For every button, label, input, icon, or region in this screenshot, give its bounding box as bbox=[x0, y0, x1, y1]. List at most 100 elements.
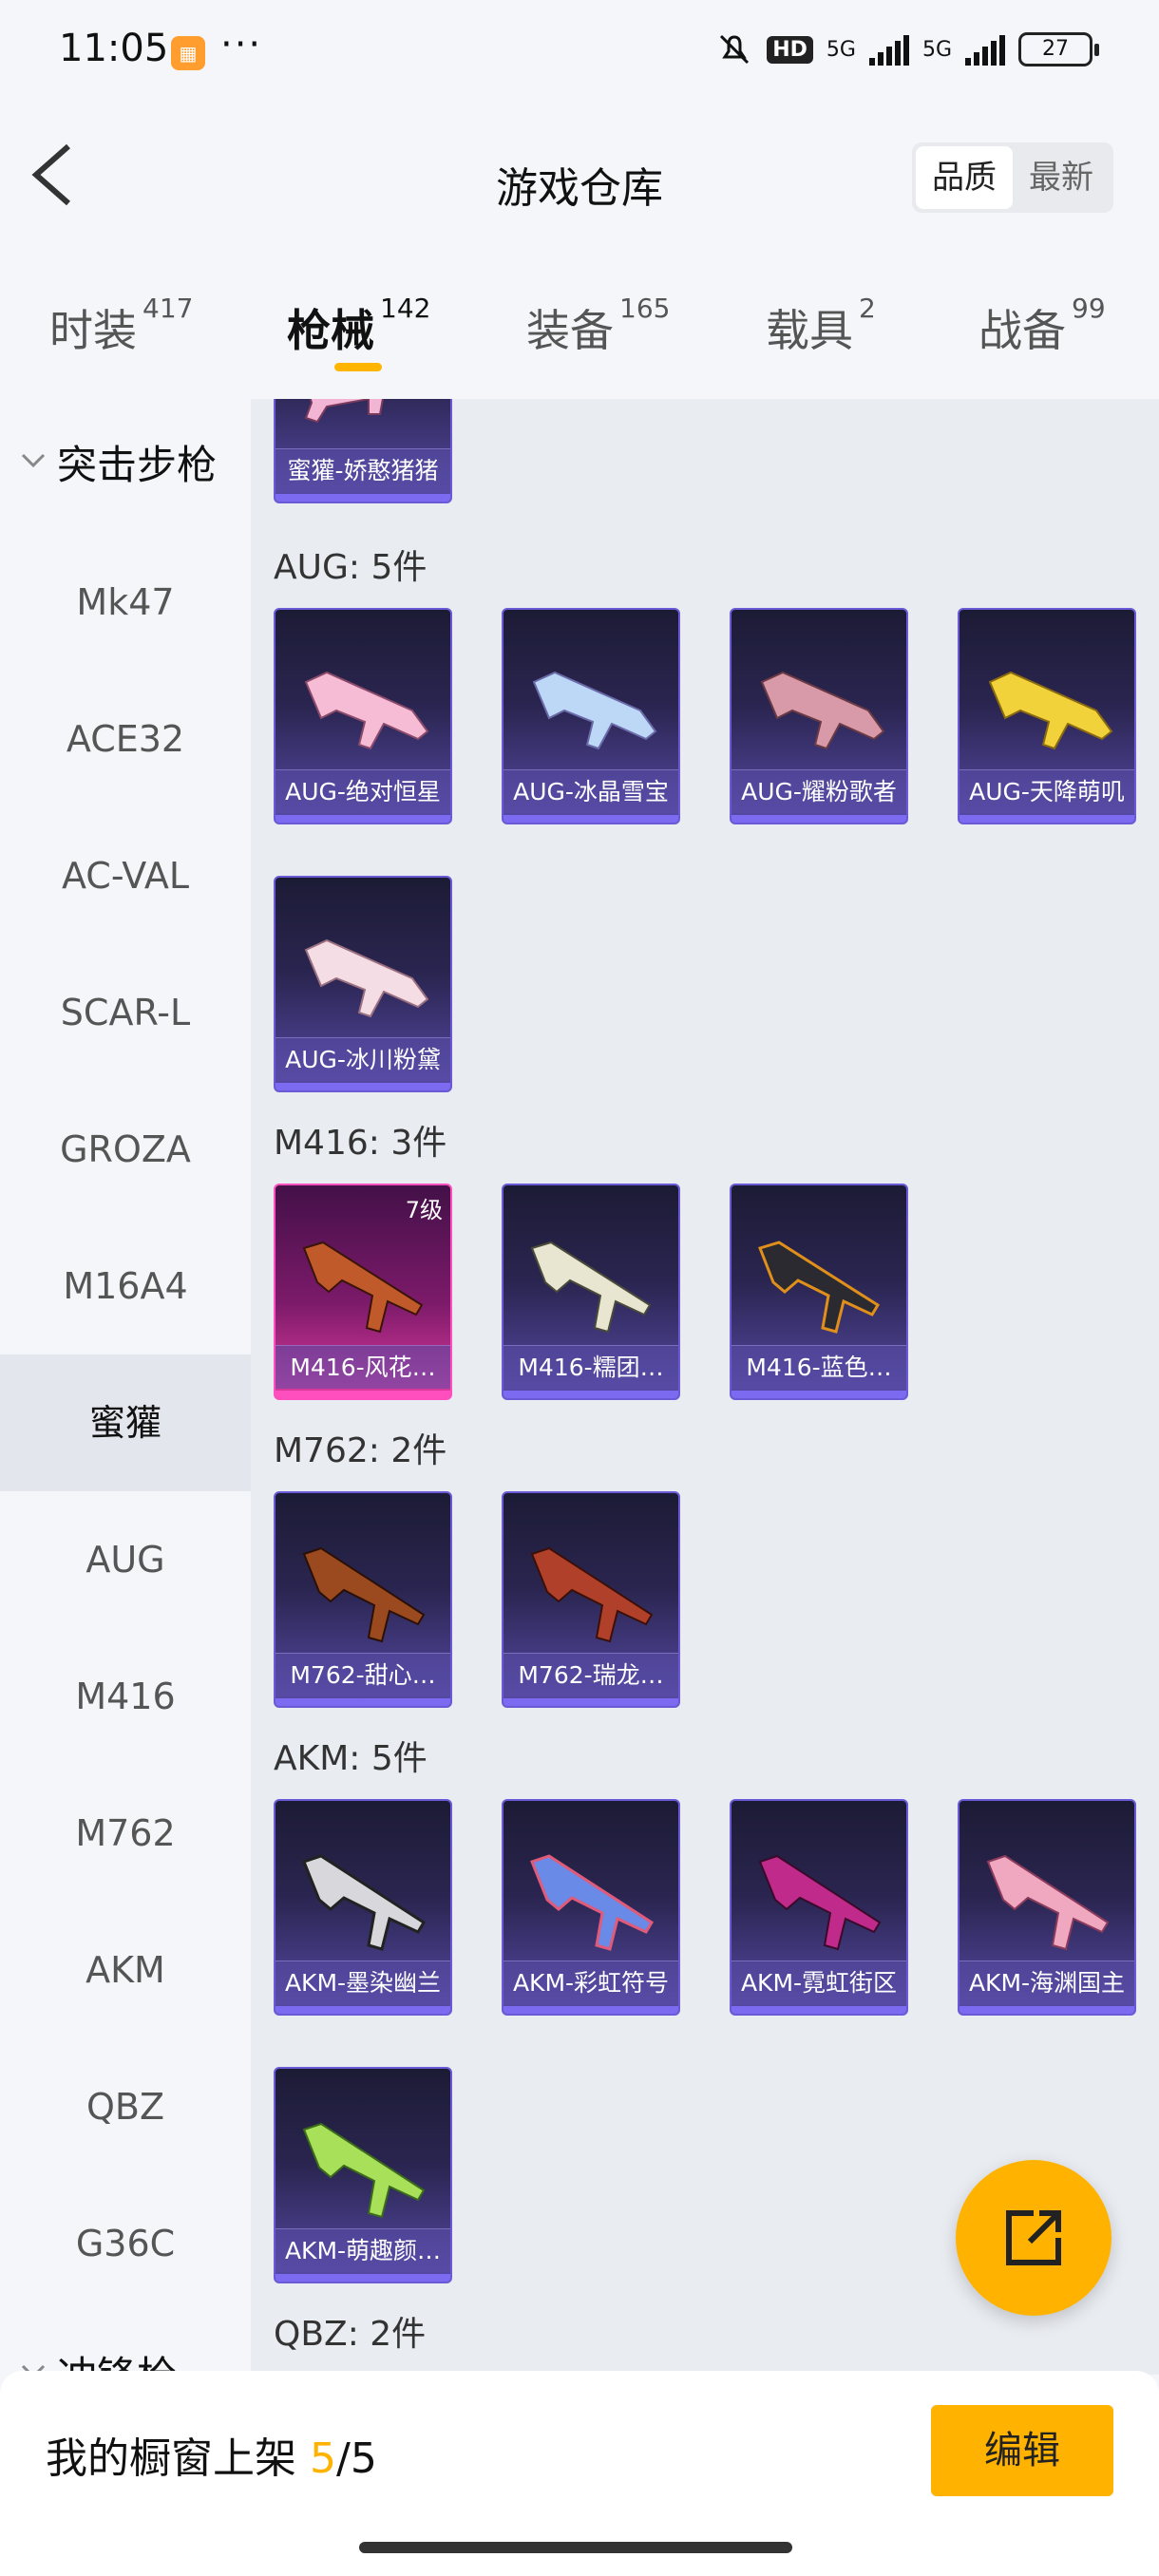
tab-count: 165 bbox=[619, 293, 671, 324]
section-title-m762: M762: 2件 bbox=[274, 1431, 447, 1470]
sidebar-item[interactable]: AC-VAL bbox=[0, 807, 251, 944]
weapon-name: AUG-耀粉歌者 bbox=[732, 769, 906, 813]
weapon-card[interactable]: 7级 M416-风花… bbox=[274, 1184, 452, 1400]
section-title-aug: AUG: 5件 bbox=[274, 548, 428, 587]
tab-guns[interactable]: 枪械 142 bbox=[287, 293, 431, 359]
more-notifications-icon: ··· bbox=[220, 23, 263, 66]
sidebar-group-smg[interactable]: 冲锋枪 bbox=[0, 2308, 251, 2375]
weapon-name: M762-瑞龙… bbox=[504, 1653, 678, 1696]
share-external-icon bbox=[1006, 2210, 1061, 2265]
showcase-status: 我的橱窗上架 5/5 bbox=[46, 2424, 377, 2485]
edit-button[interactable]: 编辑 bbox=[931, 2405, 1113, 2496]
weapon-name: 蜜獾-娇憨猪猪 bbox=[276, 448, 450, 492]
weapon-card[interactable]: AKM-萌趣颜… bbox=[274, 2067, 452, 2283]
weapon-card[interactable]: M762-甜心… bbox=[274, 1491, 452, 1708]
rifle-icon bbox=[304, 671, 429, 750]
top-navigation: 游戏仓库 品质 最新 bbox=[0, 104, 1159, 247]
tab-label: 战备 bbox=[978, 305, 1066, 356]
tab-count: 417 bbox=[142, 293, 194, 324]
sidebar-group-label: 突击步枪 bbox=[57, 442, 218, 488]
sidebar-group-assault-rifles[interactable]: 突击步枪 bbox=[0, 399, 251, 534]
weapon-card[interactable]: AKM-墨染幽兰 bbox=[274, 1799, 452, 2016]
tab-label: 时装 bbox=[49, 305, 137, 356]
sidebar-item[interactable]: QBZ bbox=[0, 2038, 251, 2175]
weapon-type-sidebar: 突击步枪 Mk47 ACE32 AC-VAL SCAR-L GROZA M16A… bbox=[0, 399, 251, 2375]
signal-icon-2 bbox=[965, 33, 1005, 66]
weapon-name: AKM-海渊国主 bbox=[960, 1960, 1134, 2004]
sort-quality-button[interactable]: 品质 bbox=[916, 146, 1013, 209]
sidebar-item-active[interactable]: 蜜獾 bbox=[0, 1354, 251, 1491]
tab-equipment[interactable]: 装备 165 bbox=[526, 293, 671, 359]
rifle-icon bbox=[986, 1854, 1110, 1951]
rifle-icon bbox=[530, 1241, 652, 1334]
weapon-card[interactable]: AUG-天降萌叽 bbox=[958, 608, 1136, 824]
weapon-card[interactable]: M762-瑞龙… bbox=[502, 1491, 680, 1708]
rifle-icon bbox=[760, 671, 885, 750]
weapon-card[interactable]: M416-蓝色… bbox=[730, 1184, 908, 1400]
sidebar-item[interactable]: SCAR-L bbox=[0, 944, 251, 1081]
tab-count: 2 bbox=[859, 293, 876, 324]
sort-latest-button[interactable]: 最新 bbox=[1013, 146, 1110, 209]
weapon-name: M416-风花… bbox=[276, 1345, 450, 1389]
weapon-name: AUG-冰川粉黛 bbox=[276, 1037, 450, 1081]
sidebar-item[interactable]: GROZA bbox=[0, 1081, 251, 1218]
home-indicator[interactable] bbox=[359, 2542, 792, 2553]
sort-toggle[interactable]: 品质 最新 bbox=[912, 142, 1113, 213]
tab-label: 枪械 bbox=[287, 305, 374, 356]
weapon-card[interactable]: AUG-耀粉歌者 bbox=[730, 608, 908, 824]
weapon-card[interactable]: AKM-彩虹符号 bbox=[502, 1799, 680, 2016]
showcase-label: 我的橱窗上架 bbox=[46, 2434, 310, 2483]
hd-icon: HD bbox=[767, 35, 813, 64]
weapon-name: M416-糯团… bbox=[504, 1345, 678, 1389]
weapon-card[interactable]: AKM-海渊国主 bbox=[958, 1799, 1136, 2016]
weapon-grid: 蜜獾-娇憨猪猪 AUG: 5件 AUG-绝对恒星 AUG-冰晶雪宝 AUG-耀粉… bbox=[251, 399, 1159, 2375]
sidebar-item[interactable]: G36C bbox=[0, 2175, 251, 2312]
weapon-name: M762-甜心… bbox=[276, 1653, 450, 1696]
weapon-card[interactable]: AUG-冰川粉黛 bbox=[274, 876, 452, 1092]
weapon-card[interactable]: AUG-冰晶雪宝 bbox=[502, 608, 680, 824]
showcase-current-count: 5 bbox=[310, 2434, 336, 2483]
calendar-icon: ▦ bbox=[171, 36, 205, 70]
weapon-card[interactable]: M416-糯团… bbox=[502, 1184, 680, 1400]
tab-supplies[interactable]: 战备 99 bbox=[978, 293, 1106, 359]
rifle-icon bbox=[302, 1546, 426, 1643]
tab-vehicles[interactable]: 载具 2 bbox=[766, 293, 876, 359]
weapon-name: AKM-墨染幽兰 bbox=[276, 1960, 450, 2004]
network-label-1: 5G bbox=[826, 37, 856, 62]
rifle-icon bbox=[302, 1241, 424, 1334]
rifle-icon bbox=[530, 1546, 654, 1643]
tab-count: 99 bbox=[1072, 293, 1106, 324]
rifle-icon bbox=[304, 399, 384, 424]
weapon-card[interactable]: 蜜獾-娇憨猪猪 bbox=[274, 399, 452, 503]
weapon-card[interactable]: AUG-绝对恒星 bbox=[274, 608, 452, 824]
tab-label: 装备 bbox=[526, 305, 614, 356]
active-tab-indicator bbox=[334, 363, 382, 371]
weapon-name: M416-蓝色… bbox=[732, 1345, 906, 1389]
tab-count: 142 bbox=[380, 293, 431, 324]
rifle-icon bbox=[304, 938, 429, 1018]
sidebar-item[interactable]: AUG bbox=[0, 1491, 251, 1628]
section-title-qbz: QBZ: 2件 bbox=[274, 2315, 427, 2354]
sidebar-item[interactable]: AKM bbox=[0, 1902, 251, 2038]
weapon-name: AUG-绝对恒星 bbox=[276, 769, 450, 813]
weapon-card[interactable]: AKM-霓虹街区 bbox=[730, 1799, 908, 2016]
share-button[interactable] bbox=[956, 2160, 1112, 2316]
rifle-icon bbox=[758, 1854, 882, 1951]
sidebar-item[interactable]: M416 bbox=[0, 1628, 251, 1765]
signal-icon bbox=[868, 33, 909, 66]
rifle-icon bbox=[302, 2122, 426, 2219]
section-title-akm: AKM: 5件 bbox=[274, 1739, 428, 1778]
chevron-down-icon bbox=[21, 453, 46, 468]
rifle-icon bbox=[532, 671, 657, 750]
battery-icon: 27 bbox=[1018, 32, 1099, 66]
sidebar-item[interactable]: M762 bbox=[0, 1765, 251, 1902]
status-indicators: HD 5G 5G 27 bbox=[715, 30, 1099, 68]
sidebar-item[interactable]: Mk47 bbox=[0, 534, 251, 671]
sidebar-item[interactable]: ACE32 bbox=[0, 671, 251, 807]
rifle-icon bbox=[758, 1241, 881, 1334]
mute-icon bbox=[720, 34, 750, 65]
tab-label: 载具 bbox=[766, 305, 853, 356]
status-bar: 11:05 ▦ ··· HD 5G 5G 27 bbox=[0, 0, 1159, 104]
sidebar-item[interactable]: M16A4 bbox=[0, 1218, 251, 1354]
tab-fashion[interactable]: 时装 417 bbox=[49, 293, 194, 359]
